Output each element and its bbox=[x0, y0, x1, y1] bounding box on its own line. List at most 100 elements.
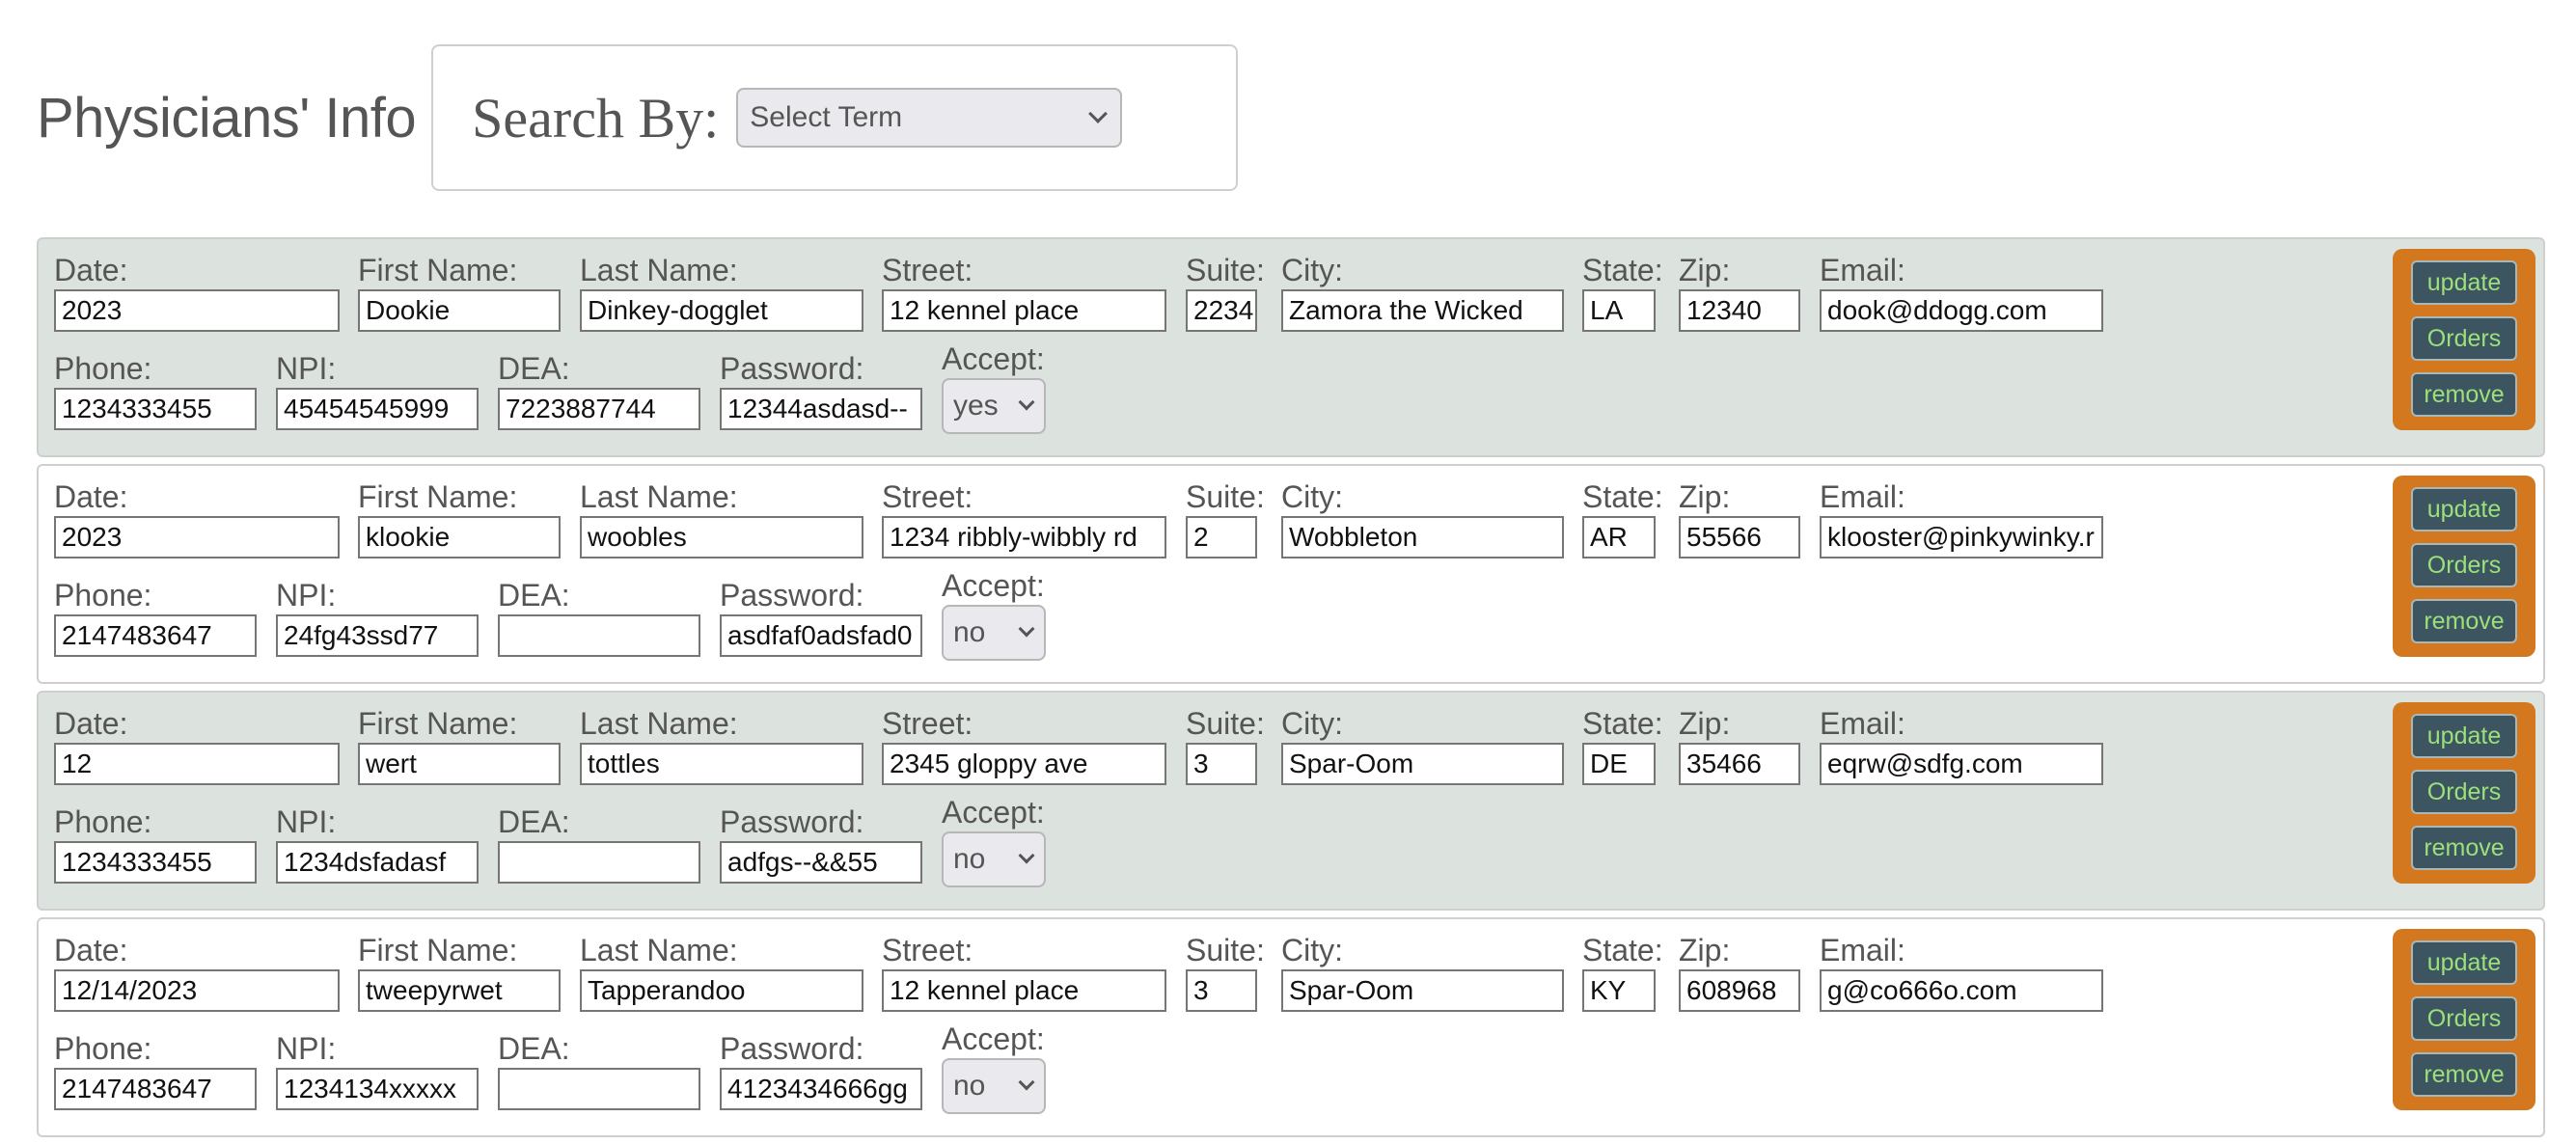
first-name-input[interactable]: tweepyrwet bbox=[358, 969, 561, 1012]
orders-button[interactable]: Orders bbox=[2411, 996, 2517, 1041]
state-label: State: bbox=[1582, 253, 1663, 287]
phone-label: Phone: bbox=[54, 804, 152, 839]
zip-label: Zip: bbox=[1679, 706, 1731, 741]
email-input[interactable]: dook@ddogg.com bbox=[1820, 289, 2103, 332]
suite-input[interactable]: 2 bbox=[1186, 516, 1257, 558]
first-name-input[interactable]: Dookie bbox=[358, 289, 561, 332]
remove-button[interactable]: remove bbox=[2411, 826, 2517, 870]
chevron-down-icon bbox=[1018, 394, 1035, 411]
city-input[interactable]: Spar-Oom bbox=[1281, 969, 1564, 1012]
state-input[interactable]: LA bbox=[1582, 289, 1656, 332]
update-button[interactable]: update bbox=[2411, 487, 2517, 531]
state-label: State: bbox=[1582, 479, 1663, 514]
password-input[interactable]: 12344asdasd-- bbox=[720, 388, 922, 430]
search-term-select[interactable]: Select Term bbox=[736, 88, 1123, 148]
state-label: State: bbox=[1582, 706, 1663, 741]
dea-input[interactable] bbox=[498, 841, 700, 884]
last-name-input[interactable]: woobles bbox=[580, 516, 863, 558]
zip-input[interactable]: 608968 bbox=[1679, 969, 1800, 1012]
phone-input[interactable]: 1234333455 bbox=[54, 841, 257, 884]
email-field-group: Email: dook@ddogg.com bbox=[1820, 253, 2103, 332]
update-button[interactable]: update bbox=[2411, 714, 2517, 758]
last-name-input[interactable]: Dinkey-dogglet bbox=[580, 289, 863, 332]
date-field-group: Date: 2023 bbox=[54, 253, 340, 332]
accept-field-group: Accept: yes bbox=[942, 341, 1046, 434]
orders-button[interactable]: Orders bbox=[2411, 770, 2517, 814]
date-input[interactable]: 2023 bbox=[54, 516, 340, 558]
zip-input[interactable]: 55566 bbox=[1679, 516, 1800, 558]
first-name-field-group: First Name: wert bbox=[358, 706, 561, 785]
street-input[interactable]: 1234 ribbly-wibbly rd bbox=[882, 516, 1166, 558]
dea-label: DEA: bbox=[498, 351, 570, 386]
last-name-input[interactable]: tottles bbox=[580, 743, 863, 785]
date-field-group: Date: 12/14/2023 bbox=[54, 933, 340, 1012]
dea-input[interactable]: 7223887744 bbox=[498, 388, 700, 430]
last-name-input[interactable]: Tapperandoo bbox=[580, 969, 863, 1012]
phone-label: Phone: bbox=[54, 351, 152, 386]
street-label: Street: bbox=[882, 253, 973, 287]
accept-select[interactable]: no bbox=[942, 1058, 1046, 1114]
password-input[interactable]: asdfaf0adsfad0 bbox=[720, 614, 922, 657]
state-input[interactable]: DE bbox=[1582, 743, 1656, 785]
accept-select[interactable]: no bbox=[942, 605, 1046, 661]
orders-button[interactable]: Orders bbox=[2411, 543, 2517, 587]
date-input[interactable]: 12 bbox=[54, 743, 340, 785]
date-input[interactable]: 2023 bbox=[54, 289, 340, 332]
update-button[interactable]: update bbox=[2411, 260, 2517, 305]
password-label: Password: bbox=[720, 578, 864, 613]
npi-input[interactable]: 1234dsfadasf bbox=[276, 841, 479, 884]
zip-input[interactable]: 35466 bbox=[1679, 743, 1800, 785]
email-label: Email: bbox=[1820, 253, 1905, 287]
city-input[interactable]: Spar-Oom bbox=[1281, 743, 1564, 785]
dea-field-group: DEA: bbox=[498, 804, 700, 884]
phone-label: Phone: bbox=[54, 578, 152, 613]
last-name-label: Last Name: bbox=[580, 706, 738, 741]
zip-field-group: Zip: 55566 bbox=[1679, 479, 1800, 558]
npi-input[interactable]: 1234134xxxxx bbox=[276, 1068, 479, 1110]
email-input[interactable]: eqrw@sdfg.com bbox=[1820, 743, 2103, 785]
city-input[interactable]: Wobbleton bbox=[1281, 516, 1564, 558]
suite-input[interactable]: 2234 bbox=[1186, 289, 1257, 332]
password-input[interactable]: 4123434666gg bbox=[720, 1068, 922, 1110]
accept-select[interactable]: yes bbox=[942, 378, 1046, 434]
dea-input[interactable] bbox=[498, 1068, 700, 1110]
remove-button[interactable]: remove bbox=[2411, 372, 2517, 417]
dea-label: DEA: bbox=[498, 1031, 570, 1066]
dea-input[interactable] bbox=[498, 614, 700, 657]
suite-label: Suite: bbox=[1186, 706, 1265, 741]
state-input[interactable]: KY bbox=[1582, 969, 1656, 1012]
update-button[interactable]: update bbox=[2411, 940, 2517, 985]
email-label: Email: bbox=[1820, 706, 1905, 741]
password-field-group: Password: 4123434666gg bbox=[720, 1031, 922, 1110]
npi-field-group: NPI: 1234134xxxxx bbox=[276, 1031, 479, 1110]
orders-button[interactable]: Orders bbox=[2411, 316, 2517, 361]
npi-label: NPI: bbox=[276, 578, 337, 613]
first-name-input[interactable]: klookie bbox=[358, 516, 561, 558]
suite-input[interactable]: 3 bbox=[1186, 969, 1257, 1012]
remove-button[interactable]: remove bbox=[2411, 599, 2517, 643]
remove-button[interactable]: remove bbox=[2411, 1052, 2517, 1097]
password-label: Password: bbox=[720, 1031, 864, 1066]
city-input[interactable]: Zamora the Wicked bbox=[1281, 289, 1564, 332]
email-input[interactable]: klooster@pinkywinky.r bbox=[1820, 516, 2103, 558]
phone-input[interactable]: 1234333455 bbox=[54, 388, 257, 430]
first-name-input[interactable]: wert bbox=[358, 743, 561, 785]
phone-input[interactable]: 2147483647 bbox=[54, 1068, 257, 1110]
npi-input[interactable]: 45454545999 bbox=[276, 388, 479, 430]
npi-label: NPI: bbox=[276, 351, 337, 386]
street-input[interactable]: 12 kennel place bbox=[882, 289, 1166, 332]
city-label: City: bbox=[1281, 253, 1343, 287]
phone-input[interactable]: 2147483647 bbox=[54, 614, 257, 657]
chevron-down-icon bbox=[1088, 104, 1109, 123]
email-input[interactable]: g@co666o.com bbox=[1820, 969, 2103, 1012]
street-input[interactable]: 12 kennel place bbox=[882, 969, 1166, 1012]
dea-label: DEA: bbox=[498, 804, 570, 839]
password-input[interactable]: adfgs--&&55 bbox=[720, 841, 922, 884]
state-input[interactable]: AR bbox=[1582, 516, 1656, 558]
street-input[interactable]: 2345 gloppy ave bbox=[882, 743, 1166, 785]
suite-input[interactable]: 3 bbox=[1186, 743, 1257, 785]
zip-input[interactable]: 12340 bbox=[1679, 289, 1800, 332]
npi-input[interactable]: 24fg43ssd77 bbox=[276, 614, 479, 657]
accept-select[interactable]: no bbox=[942, 831, 1046, 887]
date-input[interactable]: 12/14/2023 bbox=[54, 969, 340, 1012]
